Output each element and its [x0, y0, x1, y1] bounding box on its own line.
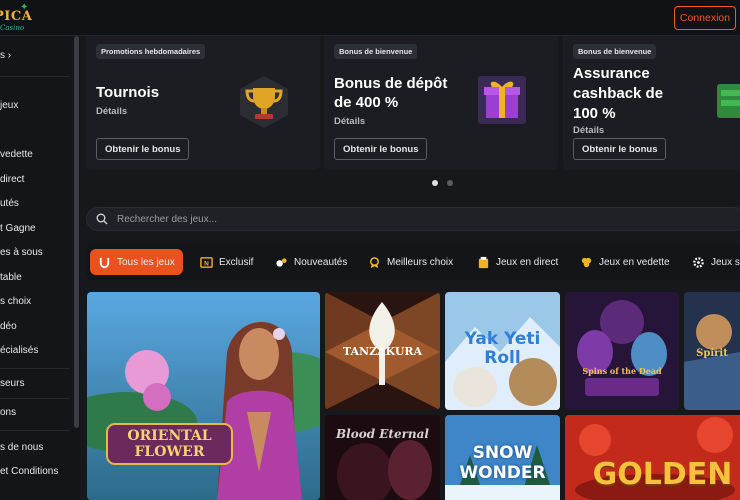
tab-label: Jeux en direct [496, 256, 559, 268]
new-icon [276, 257, 287, 267]
tab-label: Exclusif [219, 256, 254, 268]
game-title-line-2: Roll [484, 348, 521, 368]
sidebar-item-featured[interactable]: vedette [0, 149, 33, 160]
medal-icon [370, 256, 379, 268]
carousel-dot-1[interactable] [432, 180, 438, 186]
exclusive-icon: N [200, 256, 213, 268]
game-title-line-2: FLOWER [134, 444, 205, 460]
tab-top-picks[interactable]: Meilleurs choix [360, 249, 461, 275]
sidebar-item-live[interactable]: direct [0, 174, 24, 185]
sidebar-item-table[interactable]: table [0, 272, 22, 283]
promo-badge: Bonus de bienvenue [573, 44, 657, 59]
tab-label: Tous les jeux [117, 256, 175, 268]
svg-text:N: N [204, 260, 209, 267]
game-tile-yak-yeti-roll[interactable]: Yak Yeti Roll [445, 292, 560, 410]
game-tile-snow-wonder[interactable]: SNOW WONDER [445, 415, 560, 500]
game-title: SNOW [472, 443, 533, 463]
promo-badge: Bonus de bienvenue [334, 44, 418, 59]
sidebar-item-drops-wins[interactable]: t Gagne [0, 223, 36, 234]
game-title: Blood Eternal [336, 427, 429, 441]
sidebar-item-top-picks[interactable]: s choix [0, 296, 31, 307]
tab-slot-games[interactable]: Jeux s [684, 249, 740, 275]
tab-label: Jeux en vedette [599, 256, 670, 268]
promo-card-deposit-bonus[interactable]: Bonus de bienvenue Bonus de dépôt de 400… [324, 36, 558, 170]
casino-logo[interactable]: PICA Casino ✦ [0, 2, 38, 32]
game-title: TANZAKURA [342, 345, 423, 358]
sidebar-item-providers[interactable]: seurs [0, 378, 24, 389]
category-tabs: Tous les jeux N Exclusif Nouveautés Meil… [86, 244, 740, 280]
get-bonus-button[interactable]: Obtenir le bonus [573, 138, 667, 160]
search-icon [96, 213, 108, 225]
clover-icon [581, 257, 592, 267]
promo-title: Tournois [96, 84, 160, 101]
login-button[interactable]: Connexion [674, 6, 736, 30]
cash-icon [717, 84, 740, 118]
tab-featured-games[interactable]: Jeux en vedette [572, 249, 678, 275]
live-icon [478, 256, 489, 268]
promo-card-tournaments[interactable]: Promotions hebdomadaires Tournois Détail… [86, 36, 320, 170]
promo-details-link[interactable]: Détails [334, 116, 365, 127]
sidebar-item-all-games[interactable]: jeux [0, 100, 18, 111]
divider [0, 398, 70, 399]
sidebar-item-video[interactable]: déo [0, 321, 17, 332]
logo-subtitle: Casino [0, 24, 25, 32]
get-bonus-button[interactable]: Obtenir le bonus [334, 138, 428, 160]
palm-icon: ✦ [20, 2, 29, 13]
game-title: Spirit [696, 348, 728, 359]
trophy-icon [240, 76, 288, 128]
game-tile-spins-of-the-dead[interactable]: Spins of the Dead [565, 292, 679, 410]
sidebar-item-promotions[interactable]: ons [0, 407, 16, 418]
tab-exclusive[interactable]: N Exclusif [192, 249, 261, 275]
game-tile-tanzakura[interactable]: TANZAKURA [325, 292, 440, 410]
tab-label: Nouveautés [294, 256, 348, 268]
tab-label: Jeux s [711, 256, 740, 268]
game-title: Yak Yeti [464, 329, 541, 349]
promo-details-link[interactable]: Détails [96, 106, 127, 117]
sidebar: s › jeux vedette direct utés t Gagne es … [0, 36, 80, 500]
promo-title-line-2: cashback de [573, 85, 664, 102]
divider [0, 368, 70, 369]
divider [0, 430, 70, 431]
gift-box-icon [478, 76, 526, 124]
promo-title-line-1: Bonus de dépôt [334, 75, 448, 92]
tab-all-games[interactable]: Tous les jeux [90, 249, 183, 275]
search-bar [86, 207, 740, 231]
get-bonus-button[interactable]: Obtenir le bonus [96, 138, 190, 160]
sidebar-item-slots[interactable]: es à sous [0, 247, 43, 258]
sidebar-item-about[interactable]: s de nous [0, 442, 43, 453]
sidebar-item-terms[interactable]: et Conditions [0, 466, 58, 477]
sidebar-item-specialty[interactable]: écialisés [0, 345, 38, 356]
sidebar-item-providers-toggle[interactable]: s › [0, 50, 11, 61]
horseshoe-icon [99, 257, 110, 268]
sidebar-item-new[interactable]: utés [0, 198, 19, 209]
game-title: GOLDEN [592, 457, 733, 492]
divider [0, 76, 70, 77]
game-title: Spins of the Dead [582, 366, 662, 376]
promo-title-line-3: 100 % [573, 105, 616, 122]
game-title: ORIENTAL [127, 428, 212, 444]
promo-badge: Promotions hebdomadaires [96, 44, 206, 59]
top-bar: PICA Casino ✦ Connexion [0, 0, 740, 36]
promo-title-line-1: Assurance [573, 65, 650, 82]
tab-new[interactable]: Nouveautés [267, 249, 355, 275]
promo-details-link[interactable]: Détails [573, 125, 604, 136]
promo-card-cashback[interactable]: Bonus de bienvenue Assurance cashback de… [563, 36, 740, 170]
tab-label: Meilleurs choix [387, 256, 454, 268]
sidebar-scrollbar[interactable] [74, 36, 79, 428]
carousel-dot-2[interactable] [447, 180, 453, 186]
game-tile-spirit[interactable]: Spirit [684, 292, 740, 410]
tab-live-games[interactable]: Jeux en direct [469, 249, 566, 275]
game-tile-oriental-flower[interactable]: ORIENTAL FLOWER [87, 292, 320, 500]
spins-of-the-dead-artwork [565, 292, 679, 410]
promo-title-line-2: de 400 % [334, 94, 399, 111]
search-input[interactable] [117, 212, 617, 227]
game-title-line-2: WONDER [459, 463, 546, 483]
gear-icon [693, 256, 704, 268]
game-tile-golden[interactable]: GOLDEN [565, 415, 740, 500]
game-tile-blood-eternal[interactable]: Blood Eternal [325, 415, 440, 500]
oriental-flower-artwork [87, 292, 320, 500]
